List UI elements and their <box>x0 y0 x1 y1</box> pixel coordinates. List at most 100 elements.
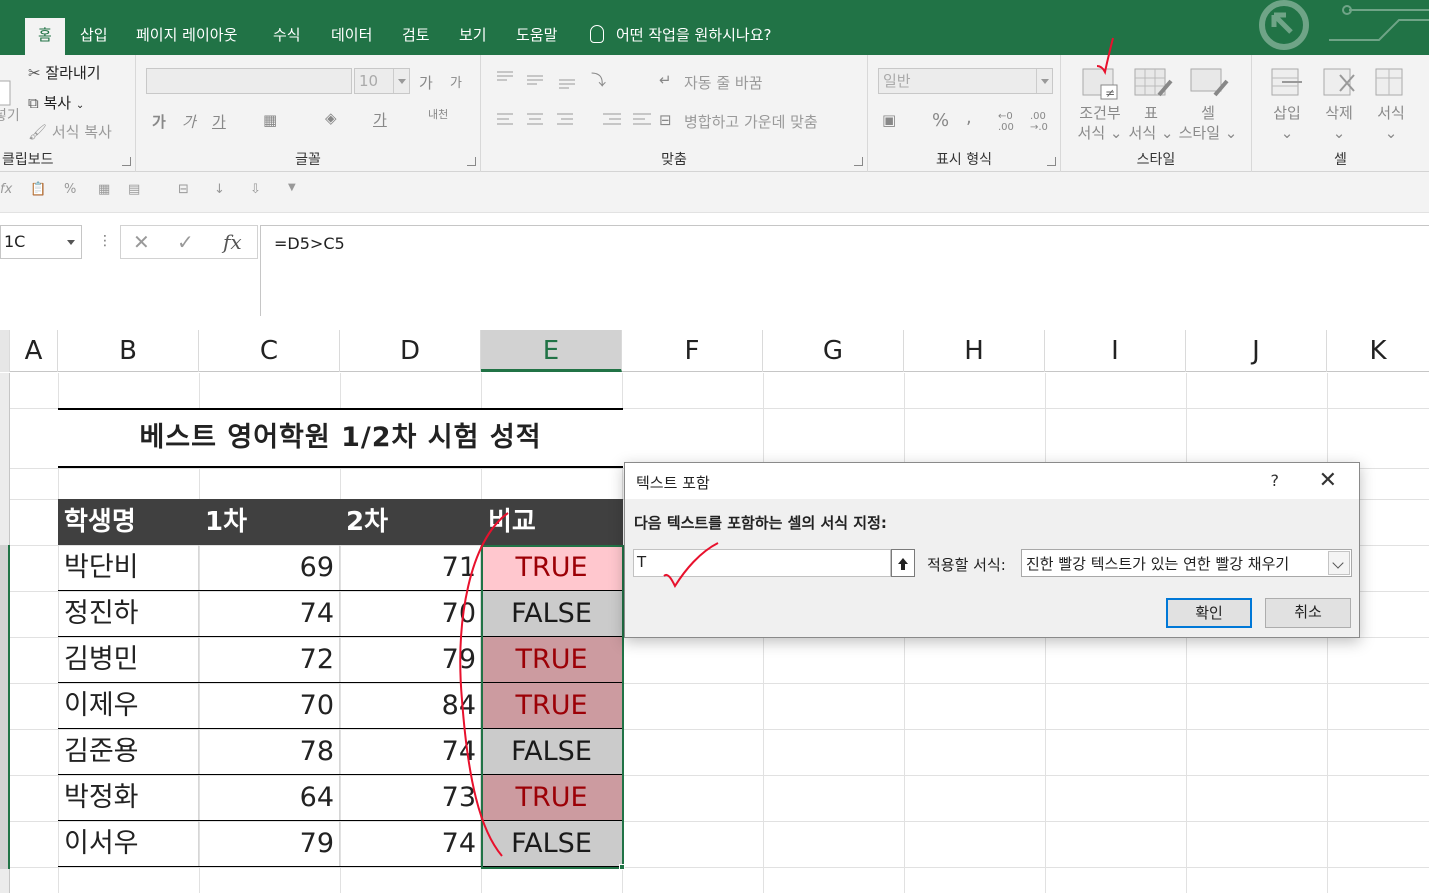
font-color-button[interactable]: 가 <box>373 109 387 130</box>
column-header-k[interactable]: K <box>1327 330 1429 372</box>
column-header-e[interactable]: E <box>481 330 622 372</box>
horizontal-align-icons[interactable] <box>493 111 653 131</box>
vertical-align-icons[interactable] <box>493 69 593 89</box>
merge-center-button[interactable]: 병합하고 가운데 맞춤 <box>684 111 818 132</box>
cell-name[interactable]: 김병민 <box>58 637 199 682</box>
column-header-a[interactable]: A <box>10 330 58 372</box>
wrap-text-icon[interactable]: ↵ <box>659 71 672 89</box>
column-header-h[interactable]: H <box>904 330 1045 372</box>
cell-compare[interactable]: FALSE <box>481 729 622 774</box>
enter-icon[interactable]: ✓ <box>177 230 194 254</box>
cell-compare[interactable]: TRUE <box>481 775 622 820</box>
tab-data[interactable]: 데이터 <box>318 18 385 55</box>
formula-input[interactable]: =D5>C5 <box>260 225 1429 316</box>
tell-me-box[interactable]: 어떤 작업을 원하시나요? <box>590 18 772 55</box>
tab-page-layout[interactable]: 페이지 레이아웃 <box>123 18 250 55</box>
grid-icon[interactable]: ▦ <box>98 182 118 202</box>
close-icon[interactable]: ✕ <box>1319 468 1337 493</box>
tab-view[interactable]: 보기 <box>446 18 500 55</box>
cell-first-score[interactable]: 79 <box>199 821 340 866</box>
tab-home[interactable]: 홈 <box>25 18 65 55</box>
fill-color-icon[interactable]: ◈ <box>325 109 337 127</box>
insert-cells-button[interactable]: 삽입 ⌄ <box>1262 103 1312 143</box>
paste-icon[interactable] <box>0 79 12 107</box>
cell-first-score[interactable]: 78 <box>199 729 340 774</box>
cell-second-score[interactable]: 71 <box>340 545 481 590</box>
merge-icon[interactable]: ⊟ <box>178 182 198 202</box>
conditional-formatting-icon[interactable]: ≠ <box>1081 65 1119 101</box>
copy-button[interactable]: ⧉ 복사 ⌄ <box>28 92 84 113</box>
cell-name[interactable]: 정진하 <box>58 591 199 636</box>
cell-second-score[interactable]: 84 <box>340 683 481 728</box>
percent-button[interactable]: % <box>932 110 949 131</box>
decrease-decimal-icon[interactable]: .00 →.0 <box>1030 111 1048 133</box>
cancel-button[interactable]: 취소 <box>1265 598 1351 628</box>
delete-cells-icon[interactable] <box>1320 65 1358 101</box>
column-header-j[interactable]: J <box>1186 330 1327 372</box>
insert-function-icon[interactable]: fx <box>223 230 242 254</box>
cell-name[interactable]: 박정화 <box>58 775 199 820</box>
number-format-combo[interactable]: 일반 <box>878 68 1053 94</box>
function-icon[interactable]: fx <box>0 182 20 202</box>
column-header-g[interactable]: G <box>763 330 904 372</box>
header-cell-first[interactable]: 1차 <box>205 499 247 545</box>
header-cell-name[interactable]: 학생명 <box>64 499 136 545</box>
header-cell-second[interactable]: 2차 <box>346 499 388 545</box>
tab-formulas[interactable]: 수식 <box>260 18 314 55</box>
cell-compare[interactable]: TRUE <box>481 683 622 728</box>
comma-button[interactable]: , <box>966 107 972 128</box>
insert-cells-icon[interactable] <box>1268 65 1306 101</box>
cell-first-score[interactable]: 70 <box>199 683 340 728</box>
tab-insert[interactable]: 삽입 <box>67 18 121 55</box>
cancel-icon[interactable]: ✕ <box>133 230 150 254</box>
text-input[interactable]: T <box>633 549 891 577</box>
cell-name[interactable]: 박단비 <box>58 545 199 590</box>
conditional-formatting-button[interactable]: 조건부 서식 ⌄ <box>1071 103 1129 143</box>
cell-name[interactable]: 김준용 <box>58 729 199 774</box>
shrink-font-icon[interactable]: 가 <box>450 72 462 91</box>
format-cells-icon[interactable] <box>1372 65 1410 101</box>
collapse-dialog-icon[interactable] <box>891 549 915 577</box>
cell-second-score[interactable]: 74 <box>340 729 481 774</box>
cell-first-score[interactable]: 64 <box>199 775 340 820</box>
cell-second-score[interactable]: 74 <box>340 821 481 866</box>
cell-first-score[interactable]: 74 <box>199 591 340 636</box>
tab-review[interactable]: 검토 <box>389 18 443 55</box>
bold-button[interactable]: 가 <box>152 111 166 132</box>
sheet-title-cell[interactable]: 베스트 영어학원 1/2차 시험 성적 <box>58 408 623 468</box>
font-name-combo[interactable] <box>146 68 352 94</box>
cell-second-score[interactable]: 73 <box>340 775 481 820</box>
format-select[interactable]: 진한 빨강 텍스트가 있는 연한 빨강 채우기 <box>1021 549 1352 577</box>
chevron-down-icon[interactable] <box>1328 551 1350 575</box>
alignment-launcher-icon[interactable] <box>854 157 863 166</box>
column-header-b[interactable]: B <box>58 330 199 372</box>
accounting-icon[interactable]: ▣ <box>882 111 896 129</box>
tab-help[interactable]: 도움말 <box>503 18 570 55</box>
fill-handle[interactable] <box>619 864 625 870</box>
filter-icon[interactable]: ⇩ <box>250 182 270 202</box>
font-launcher-icon[interactable] <box>467 157 476 166</box>
format-as-table-icon[interactable] <box>1133 65 1173 101</box>
cell-second-score[interactable]: 79 <box>340 637 481 682</box>
paste-label[interactable]: 넣기 <box>0 105 20 125</box>
ok-button[interactable]: 확인 <box>1166 598 1252 628</box>
font-size-combo[interactable]: 10 <box>354 68 410 94</box>
column-header-c[interactable]: C <box>199 330 340 372</box>
table-icon[interactable]: ▤ <box>128 182 148 202</box>
cell-second-score[interactable]: 70 <box>340 591 481 636</box>
merge-center-icon[interactable]: ⊟ <box>659 111 672 129</box>
cell-first-score[interactable]: 69 <box>199 545 340 590</box>
cell-name[interactable]: 이서우 <box>58 821 199 866</box>
column-header-d[interactable]: D <box>340 330 481 372</box>
delete-cells-button[interactable]: 삭제 ⌄ <box>1314 103 1364 143</box>
select-all-corner[interactable] <box>0 330 10 372</box>
cell-styles-button[interactable]: 셀 스타일 ⌄ <box>1173 103 1243 143</box>
format-as-table-button[interactable]: 표 서식 ⌄ <box>1123 103 1179 143</box>
format-painter-button[interactable]: 🖌 서식 복사 <box>28 121 112 142</box>
cut-button[interactable]: ✂ 잘라내기 <box>28 62 101 83</box>
format-cells-button[interactable]: 서식 ⌄ <box>1366 103 1416 143</box>
underline-button[interactable]: 가 <box>212 111 226 132</box>
cell-compare[interactable]: TRUE <box>481 637 622 682</box>
column-header-f[interactable]: F <box>622 330 763 372</box>
increase-decimal-icon[interactable]: ←0.00 <box>998 111 1014 133</box>
